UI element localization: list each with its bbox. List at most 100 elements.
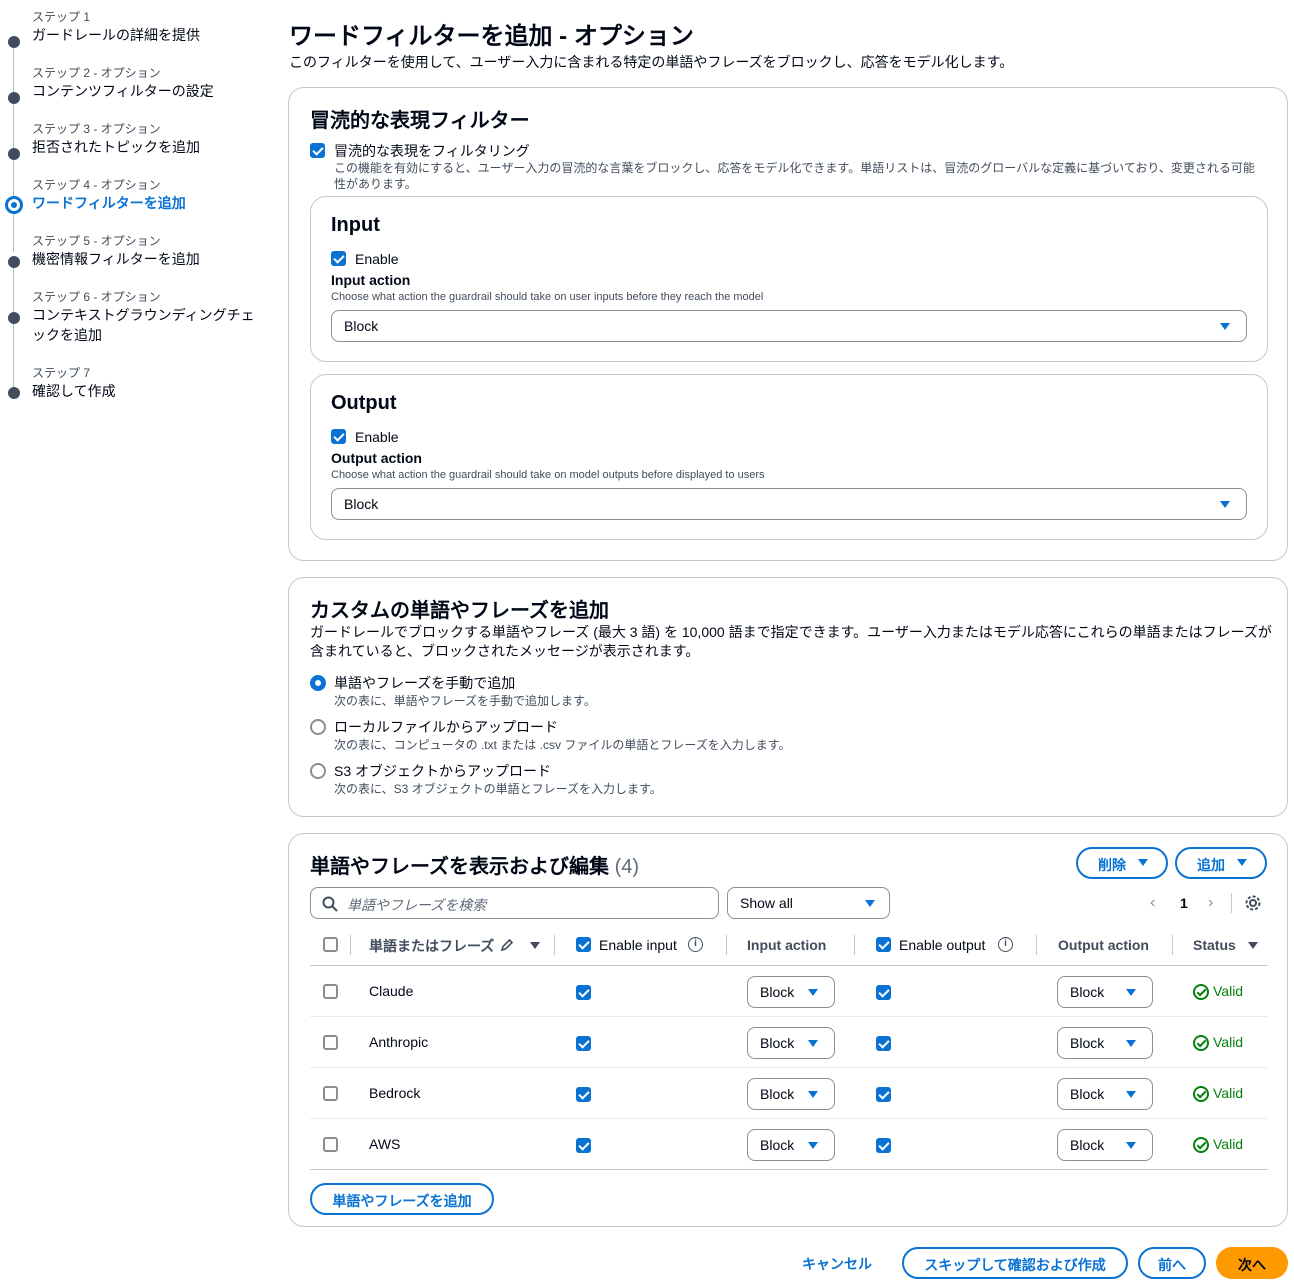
row-input-action-select[interactable]: Block xyxy=(747,1078,835,1110)
edit-icon xyxy=(500,938,514,952)
step-dot xyxy=(8,148,20,160)
row-input-action-select[interactable]: Block xyxy=(747,1129,835,1161)
row-input-action-select[interactable]: Block xyxy=(747,976,835,1008)
input-enable-label: Enable xyxy=(355,251,399,267)
valid-status-icon xyxy=(1193,1137,1209,1153)
row-output-action-value: Block xyxy=(1070,1137,1105,1153)
row-select-checkbox[interactable] xyxy=(323,984,338,999)
row-output-action-select[interactable]: Block xyxy=(1057,1027,1153,1059)
row-enable-input-checkbox[interactable] xyxy=(576,1138,591,1153)
gear-icon[interactable] xyxy=(1244,894,1262,912)
step-title[interactable]: コンテキストグラウンディングチェックを追加 xyxy=(32,305,262,345)
row-select-checkbox[interactable] xyxy=(323,1035,338,1050)
next-button[interactable]: 次へ xyxy=(1216,1247,1288,1279)
output-enable-checkbox[interactable] xyxy=(331,429,346,444)
step-sub: ステップ 3 - オプション xyxy=(32,122,161,136)
row-phrase[interactable]: Anthropic xyxy=(369,1034,428,1050)
caret-down-icon xyxy=(1126,989,1136,996)
output-action-select[interactable]: Block xyxy=(331,488,1247,520)
row-enable-output-checkbox[interactable] xyxy=(876,985,891,1000)
info-icon[interactable]: i xyxy=(998,937,1013,952)
add-phrase-button[interactable]: 単語やフレーズを追加 xyxy=(310,1183,494,1215)
step-title: ワードフィルターを追加 xyxy=(32,195,186,211)
delete-button-label: 削除 xyxy=(1098,857,1126,873)
row-select-checkbox[interactable] xyxy=(323,1137,338,1152)
step-title[interactable]: ガードレールの詳細を提供 xyxy=(32,25,262,45)
row-output-action-select[interactable]: Block xyxy=(1057,976,1153,1008)
step-title[interactable]: 確認して作成 xyxy=(32,381,262,401)
step-title[interactable]: 拒否されたトピックを追加 xyxy=(32,137,262,157)
enable-output-all-checkbox[interactable] xyxy=(876,937,891,952)
skip-to-review-button[interactable]: スキップして確認および作成 xyxy=(902,1247,1128,1279)
filter-select[interactable]: Show all xyxy=(727,887,890,919)
col-header-status[interactable]: Status xyxy=(1193,937,1236,953)
input-action-select[interactable]: Block xyxy=(331,310,1247,342)
row-enable-output-checkbox[interactable] xyxy=(876,1036,891,1051)
input-title: Input xyxy=(331,214,380,236)
page-title: ワードフィルターを追加 - オプション xyxy=(289,23,694,50)
caret-down-icon xyxy=(1126,1142,1136,1149)
step-dot xyxy=(8,256,20,268)
input-action-label: Input action xyxy=(331,272,411,288)
step-title[interactable]: 機密情報フィルターを追加 xyxy=(32,249,262,269)
input-enable-checkbox[interactable] xyxy=(331,251,346,266)
row-phrase[interactable]: Claude xyxy=(369,983,413,999)
add-button[interactable]: 追加 xyxy=(1175,847,1267,879)
row-input-action-value: Block xyxy=(760,1137,795,1153)
row-output-action-select[interactable]: Block xyxy=(1057,1078,1153,1110)
next-page-icon[interactable]: › xyxy=(1208,894,1213,912)
caret-down-icon xyxy=(1237,859,1247,866)
profanity-checkbox[interactable] xyxy=(310,143,325,158)
step-dot xyxy=(8,92,20,104)
delete-button[interactable]: 削除 xyxy=(1076,847,1168,879)
col-header-input-action: Input action xyxy=(747,937,827,953)
row-enable-input-checkbox[interactable] xyxy=(576,1036,591,1051)
prev-page-icon[interactable]: ‹ xyxy=(1150,894,1155,912)
words-table-panel: 単語やフレーズを表示および編集 (4) 削除 追加 単語やフレーズを検索 Sho… xyxy=(288,833,1288,1227)
custom-title: カスタムの単語やフレーズを追加 xyxy=(310,600,609,622)
steps-rail xyxy=(13,42,14,252)
row-output-action-value: Block xyxy=(1070,1035,1105,1051)
enable-input-all-checkbox[interactable] xyxy=(576,937,591,952)
row-enable-input-checkbox[interactable] xyxy=(576,985,591,1000)
profanity-checkbox-desc: この機能を有効にすると、ユーザー入力の冒涜的な言葉をブロックし、応答をモデル化で… xyxy=(334,161,1255,191)
row-select-checkbox[interactable] xyxy=(323,1086,338,1101)
step-sub: ステップ 4 - オプション xyxy=(32,178,161,192)
col-header-enable-input: Enable input xyxy=(599,937,677,953)
row-divider xyxy=(310,1016,1268,1017)
row-input-action-select[interactable]: Block xyxy=(747,1027,835,1059)
row-phrase[interactable]: AWS xyxy=(369,1136,400,1152)
caret-down-icon xyxy=(808,1091,818,1098)
page-number[interactable]: 1 xyxy=(1180,895,1188,911)
row-enable-output-checkbox[interactable] xyxy=(876,1087,891,1102)
col-header-phrase[interactable]: 単語またはフレーズ xyxy=(369,936,494,956)
custom-desc-line2: 含まれていると、ブロックされたメッセージが表示されます。 xyxy=(310,643,700,659)
radio-manual[interactable] xyxy=(310,675,326,691)
profanity-filter-panel: 冒涜的な表現フィルター 冒涜的な表現をフィルタリング この機能を有効にすると、ユ… xyxy=(288,87,1288,561)
row-input-action-value: Block xyxy=(760,1035,795,1051)
step-current-icon xyxy=(5,196,23,214)
row-output-action-select[interactable]: Block xyxy=(1057,1129,1153,1161)
caret-down-icon xyxy=(1126,1040,1136,1047)
output-enable-label: Enable xyxy=(355,429,399,445)
search-input[interactable]: 単語やフレーズを検索 xyxy=(310,887,719,919)
previous-button[interactable]: 前へ xyxy=(1138,1247,1206,1279)
info-icon[interactable]: i xyxy=(688,937,703,952)
step-title[interactable]: コンテンツフィルターの設定 xyxy=(32,81,262,101)
radio-s3[interactable] xyxy=(310,763,326,779)
sort-icon[interactable] xyxy=(530,942,540,949)
col-divider xyxy=(554,935,555,955)
sort-icon[interactable] xyxy=(1248,942,1258,949)
row-status: Valid xyxy=(1213,1085,1244,1101)
row-enable-output-checkbox[interactable] xyxy=(876,1138,891,1153)
search-icon xyxy=(322,896,338,912)
cancel-button[interactable]: キャンセル xyxy=(802,1254,872,1274)
step-sub: ステップ 7 xyxy=(32,366,91,380)
col-divider xyxy=(350,935,351,955)
row-divider xyxy=(310,1067,1268,1068)
select-all-checkbox[interactable] xyxy=(323,937,338,952)
caret-down-icon xyxy=(1220,323,1230,330)
radio-local-file[interactable] xyxy=(310,719,326,735)
row-enable-input-checkbox[interactable] xyxy=(576,1087,591,1102)
row-phrase[interactable]: Bedrock xyxy=(369,1085,420,1101)
